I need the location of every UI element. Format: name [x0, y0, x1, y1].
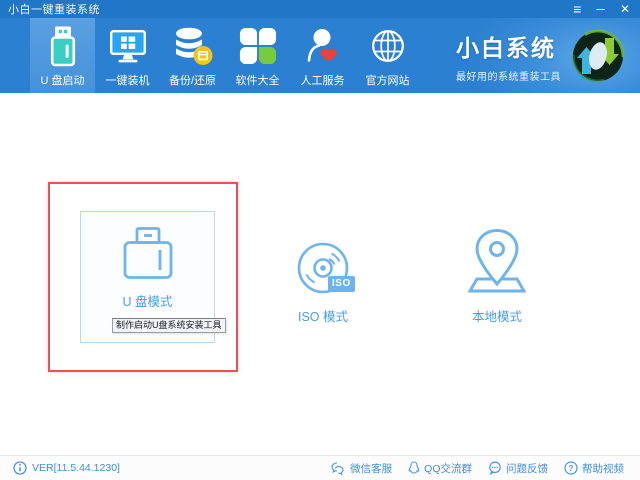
iso-badge: ISO	[328, 276, 355, 292]
window-title: 小白一键重装系统	[8, 1, 100, 17]
menu-button[interactable]: ≡	[573, 0, 581, 18]
feedback-bubble-icon	[488, 461, 502, 475]
titlebar: 小白一键重装系统 ≡ ─ ✕	[0, 0, 640, 18]
location-pin-icon	[468, 228, 526, 294]
window-controls: ≡ ─ ✕	[573, 0, 630, 18]
iso-disc-icon: ISO	[295, 242, 351, 294]
toolbar-item-service[interactable]: 人工服务	[290, 18, 355, 93]
recycle-arrows-logo	[567, 25, 629, 87]
statusbar: VER[11.5.44.1230] 微信客服 QQ交流群	[0, 455, 640, 480]
mode-usb-label: U 盘模式	[81, 291, 214, 310]
brand-slogan: 最好用的系统重装工具	[456, 68, 561, 83]
usb-drive-icon	[47, 24, 79, 68]
usb-outline-icon	[123, 227, 173, 279]
status-link-label: QQ交流群	[424, 461, 472, 476]
toolbar-item-website[interactable]: 官方网站	[355, 18, 420, 93]
brand-area: 小白系统 最好用的系统重装工具	[456, 18, 629, 93]
status-link-label: 帮助视频	[582, 461, 624, 476]
svg-text:?: ?	[569, 464, 574, 473]
help-circle-icon: ?	[564, 461, 578, 475]
tooltip: 制作启动U盘系统安装工具	[112, 318, 226, 333]
database-backup-icon	[173, 24, 213, 68]
toolbar-item-label: 一键装机	[106, 72, 150, 88]
toolbar-item-one-click-install[interactable]: 一键装机	[95, 18, 160, 93]
feedback-link[interactable]: 问题反馈	[488, 461, 548, 476]
toolbar-item-label: 人工服务	[301, 72, 345, 88]
toolbar-item-label: 备份/还原	[169, 72, 216, 88]
statusbar-links: 微信客服 QQ交流群	[331, 461, 624, 476]
software-clover-icon	[239, 24, 277, 68]
help-video-link[interactable]: ? 帮助视频	[564, 461, 624, 476]
toolbar-item-label: 软件大全	[236, 72, 280, 88]
minimize-button[interactable]: ─	[596, 0, 605, 18]
status-link-label: 微信客服	[350, 461, 392, 476]
qq-icon	[408, 461, 420, 475]
monitor-install-icon	[108, 24, 148, 68]
toolbar-item-label: U 盘启动	[41, 72, 85, 88]
brand-name: 小白系统	[456, 29, 561, 63]
close-button[interactable]: ✕	[620, 0, 630, 18]
info-icon	[13, 461, 27, 475]
mode-local-label: 本地模式	[451, 306, 543, 325]
toolbar: U 盘启动 一键装机	[0, 18, 640, 93]
mode-iso-label: ISO 模式	[277, 306, 369, 325]
main-content: U 盘模式 制作启动U盘系统安装工具 ISO ISO 模式	[0, 93, 640, 455]
status-link-label: 问题反馈	[506, 461, 548, 476]
wechat-support-link[interactable]: 微信客服	[331, 461, 392, 476]
version-text: VER[11.5.44.1230]	[32, 462, 120, 474]
toolbar-item-software[interactable]: 软件大全	[225, 18, 290, 93]
person-service-icon	[305, 24, 341, 68]
toolbar-item-label: 官方网站	[366, 72, 410, 88]
toolbar-item-backup-restore[interactable]: 备份/还原	[160, 18, 225, 93]
version-info[interactable]: VER[11.5.44.1230]	[13, 461, 120, 475]
mode-iso[interactable]: ISO ISO 模式	[277, 242, 369, 325]
globe-icon	[370, 24, 406, 68]
qq-group-link[interactable]: QQ交流群	[408, 461, 472, 476]
app-window: 小白一键重装系统 ≡ ─ ✕ U 盘启动	[0, 0, 640, 480]
toolbar-item-usb-boot[interactable]: U 盘启动	[30, 18, 95, 93]
mode-local[interactable]: 本地模式	[451, 228, 543, 325]
wechat-icon	[331, 462, 346, 475]
toolbar-items: U 盘启动 一键装机	[30, 18, 420, 93]
